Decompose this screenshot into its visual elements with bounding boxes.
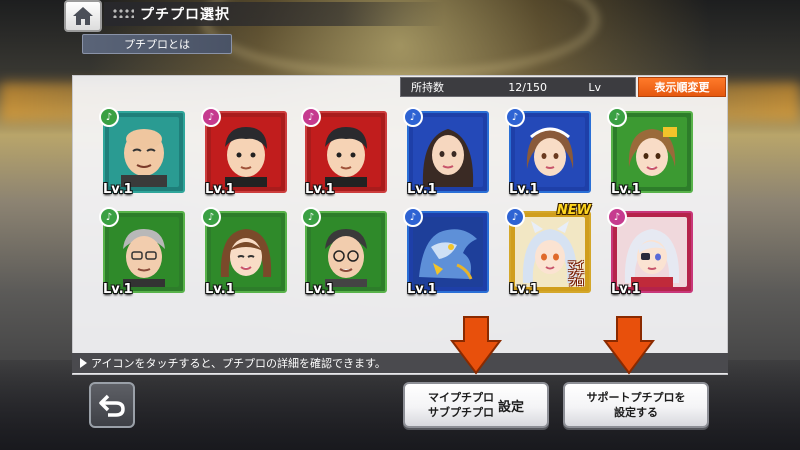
page-title: プチプロ選択 xyxy=(140,7,230,23)
petit-pro-card[interactable]: ♪ Lv.1 xyxy=(301,207,387,297)
petit-pro-card[interactable]: ♪ NEW マイ プチプロ Lv.1 xyxy=(505,203,591,297)
down-arrow-icon xyxy=(603,316,655,375)
hint-text: アイコンをタッチすると、プチプロの詳細を確認できます。 xyxy=(91,357,386,370)
attribute-icon: ♪ xyxy=(99,107,119,127)
attribute-icon: ♪ xyxy=(99,207,119,227)
sort-field[interactable]: Lv xyxy=(547,81,607,94)
petit-pro-card[interactable]: ♪ Lv.1 xyxy=(99,207,185,297)
my-petit-pro-button-lines: マイプチプロ サブプチプロ xyxy=(428,390,494,420)
support-line2: 設定する xyxy=(614,406,658,419)
header-dots-decoration xyxy=(112,8,134,18)
petit-pro-card[interactable]: ♪ Lv.1 xyxy=(505,107,591,197)
petit-pro-card[interactable]: ♪ Lv.1 xyxy=(301,107,387,197)
level-label: Lv.1 xyxy=(205,182,235,197)
petit-pro-card[interactable]: ♪ Lv.1 xyxy=(201,107,287,197)
petit-pro-card[interactable]: ♪ Lv.1 xyxy=(201,207,287,297)
attribute-icon: ♪ xyxy=(403,107,423,127)
attribute-icon: ♪ xyxy=(505,207,525,227)
level-label: Lv.1 xyxy=(103,182,133,197)
level-label: Lv.1 xyxy=(305,182,335,197)
attribute-icon: ♪ xyxy=(403,207,423,227)
down-arrow-icon xyxy=(450,316,502,375)
character-portrait xyxy=(109,217,179,287)
attribute-icon: ♪ xyxy=(201,207,221,227)
petit-pro-card[interactable]: ♪ Lv.1 xyxy=(607,207,693,297)
attribute-icon: ♪ xyxy=(301,107,321,127)
attribute-icon: ♪ xyxy=(201,107,221,127)
level-label: Lv.1 xyxy=(103,282,133,297)
owned-label: 所持数 xyxy=(411,81,444,94)
my-petit-pro-side-label: 設定 xyxy=(497,399,524,415)
petit-pro-card[interactable]: ♪ Lv.1 xyxy=(403,107,489,197)
about-petit-pro-button[interactable]: プチプロとは xyxy=(82,34,232,54)
attribute-icon: ♪ xyxy=(607,107,627,127)
petit-pro-card[interactable]: ♪ Lv.1 xyxy=(403,207,489,297)
my-petit-pro-settings-button[interactable]: マイプチプロ サブプチプロ 設定 xyxy=(403,382,549,428)
attribute-icon: ♪ xyxy=(301,207,321,227)
sort-order-button[interactable]: 表示順変更 xyxy=(638,77,726,97)
character-portrait xyxy=(211,217,281,287)
attribute-icon: ♪ xyxy=(607,207,627,227)
petit-pro-card[interactable]: ♪ Lv.1 xyxy=(607,107,693,197)
level-label: Lv.1 xyxy=(611,282,641,297)
character-portrait xyxy=(413,217,483,287)
level-label: Lv.1 xyxy=(305,282,335,297)
character-portrait xyxy=(617,117,687,187)
petit-pro-card[interactable]: ♪ Lv.1 xyxy=(99,107,185,197)
play-triangle-icon xyxy=(80,358,87,368)
character-portrait xyxy=(311,217,381,287)
level-label: Lv.1 xyxy=(407,282,437,297)
support-line1: サポートプチプロを xyxy=(586,391,686,404)
back-arrow-icon xyxy=(99,394,125,417)
home-icon xyxy=(73,7,93,25)
character-portrait xyxy=(617,217,687,287)
my-petit-pro-line1: マイプチプロ xyxy=(427,391,494,404)
home-button[interactable] xyxy=(64,0,102,32)
character-portrait xyxy=(311,117,381,187)
character-portrait xyxy=(515,117,585,187)
owned-info-bar: 所持数 12/150 Lv xyxy=(400,77,636,97)
owned-count: 12/150 xyxy=(508,80,547,94)
support-petit-pro-settings-button[interactable]: サポートプチプロを 設定する xyxy=(563,382,709,428)
my-petit-pro-line2: サブプチプロ xyxy=(427,406,494,419)
character-portrait xyxy=(109,117,179,187)
level-label: Lv.1 xyxy=(611,182,641,197)
level-label: Lv.1 xyxy=(407,182,437,197)
level-label: Lv.1 xyxy=(509,182,539,197)
my-petit-pro-tag: マイ プチプロ xyxy=(568,260,584,287)
new-badge: NEW xyxy=(556,203,591,218)
character-portrait xyxy=(413,117,483,187)
attribute-icon: ♪ xyxy=(505,107,525,127)
level-label: Lv.1 xyxy=(509,282,539,297)
support-petit-pro-button-lines: サポートプチプロを 設定する xyxy=(587,390,686,420)
character-portrait xyxy=(211,117,281,187)
level-label: Lv.1 xyxy=(205,282,235,297)
back-button[interactable] xyxy=(89,382,135,428)
